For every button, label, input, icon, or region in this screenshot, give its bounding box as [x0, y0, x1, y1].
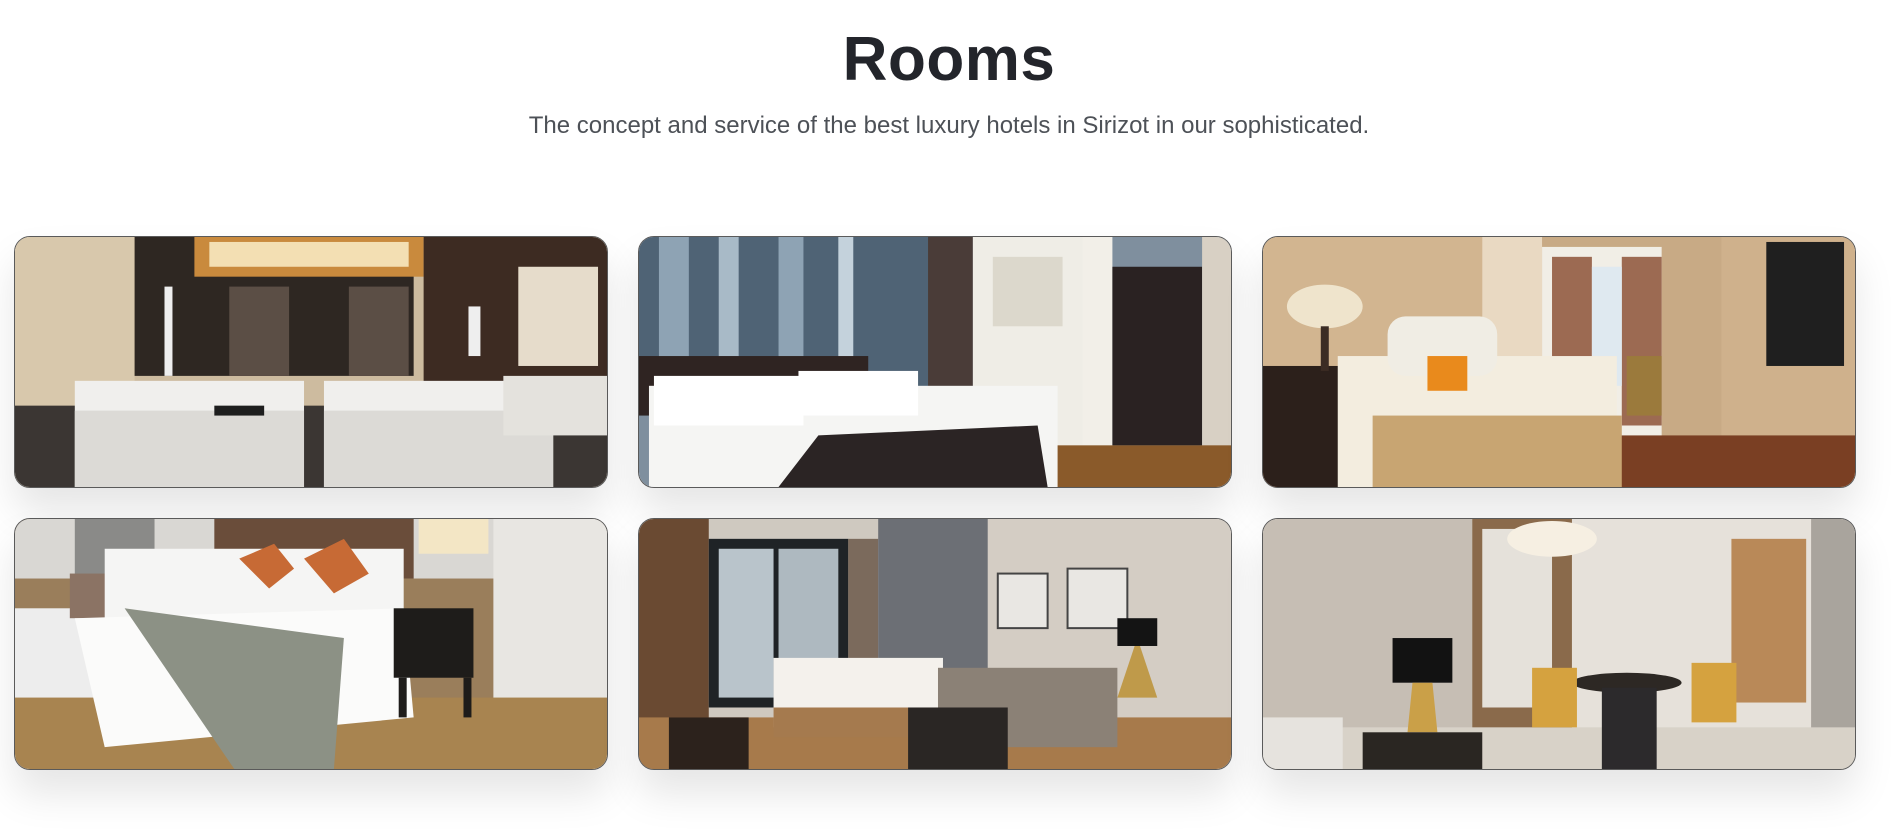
- room-photo-deluxe-king: [15, 519, 607, 769]
- room-card[interactable]: [14, 236, 608, 488]
- room-card[interactable]: [638, 236, 1232, 488]
- room-photo-classic-suite: [1263, 237, 1855, 487]
- rooms-section: Rooms The concept and service of the bes…: [0, 0, 1898, 836]
- room-card[interactable]: [1262, 236, 1856, 488]
- room-photo-studio-living: [639, 519, 1231, 769]
- section-subtitle: The concept and service of the best luxu…: [528, 112, 1370, 139]
- room-gallery: [14, 236, 1856, 770]
- room-photo-dining-suite: [1263, 519, 1855, 769]
- room-photo-twin-beds: [15, 237, 607, 487]
- room-card[interactable]: [14, 518, 608, 770]
- room-card[interactable]: [638, 518, 1232, 770]
- room-card[interactable]: [1262, 518, 1856, 770]
- room-photo-king-bed-bathroom: [639, 237, 1231, 487]
- section-title: Rooms: [842, 25, 1056, 94]
